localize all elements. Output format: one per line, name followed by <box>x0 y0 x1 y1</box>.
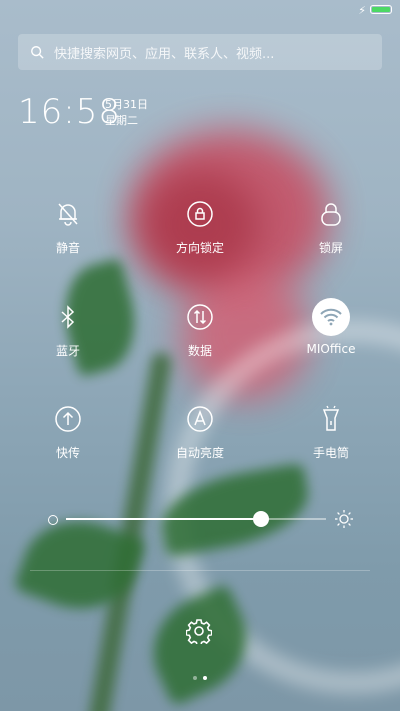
charging-icon: ⚡ <box>358 4 366 17</box>
page-dot <box>193 676 197 680</box>
battery-icon <box>370 5 392 14</box>
settings-gear-icon[interactable] <box>186 618 212 644</box>
search-icon <box>31 46 44 59</box>
date-block: 5月31日 星期二 <box>105 97 148 129</box>
toggle-auto-brightness[interactable]: 自动亮度 <box>145 400 255 461</box>
toggle-label: 蓝牙 <box>55 344 80 358</box>
toggle-label: 手电筒 <box>312 446 349 460</box>
flashlight-icon <box>322 405 340 431</box>
bell-off-icon <box>58 203 78 226</box>
page-dot <box>203 676 207 680</box>
auto-brightness-icon <box>187 406 213 432</box>
search-bar[interactable]: 快捷搜索网页、应用、联系人、视频... <box>18 34 382 70</box>
date-label: 5月31日 <box>105 98 148 111</box>
search-input[interactable]: 快捷搜索网页、应用、联系人、视频... <box>54 43 274 62</box>
toggle-label: 锁屏 <box>318 241 343 255</box>
toggle-flashlight[interactable]: 手电筒 <box>276 400 386 461</box>
transfer-icon <box>55 406 81 432</box>
brightness-track-filled <box>66 518 261 520</box>
toggle-rotation-lock[interactable]: 方向锁定 <box>145 195 255 256</box>
toggle-wifi[interactable]: MIOffice <box>276 298 386 356</box>
brightness-low-icon <box>48 515 58 525</box>
toggle-label: 自动亮度 <box>175 446 224 460</box>
toggle-silent[interactable]: 静音 <box>13 195 123 256</box>
page-indicator <box>0 676 400 680</box>
brightness-slider[interactable] <box>48 509 354 529</box>
wifi-icon <box>320 308 342 326</box>
bluetooth-icon <box>61 305 75 329</box>
status-bar: ⚡ <box>0 0 400 22</box>
brightness-high-icon <box>335 510 353 528</box>
lock-icon <box>321 203 341 226</box>
toggle-bluetooth[interactable]: 蓝牙 <box>13 298 123 359</box>
toggle-label: 数据 <box>187 344 212 358</box>
toggle-label: 方向锁定 <box>175 241 224 255</box>
toggle-label: 快传 <box>55 446 80 460</box>
battery-fill <box>372 7 390 12</box>
weekday-label: 星期二 <box>105 114 138 127</box>
mobile-data-icon <box>187 304 213 330</box>
toggle-mobile-data[interactable]: 数据 <box>145 298 255 359</box>
divider <box>30 570 370 571</box>
toggle-label: MIOffice <box>306 342 356 356</box>
toggle-quick-transfer[interactable]: 快传 <box>13 400 123 461</box>
toggle-lock-screen[interactable]: 锁屏 <box>276 195 386 256</box>
brightness-knob[interactable] <box>253 511 269 527</box>
toggle-label: 静音 <box>55 241 80 255</box>
rotation-lock-icon <box>187 201 213 227</box>
